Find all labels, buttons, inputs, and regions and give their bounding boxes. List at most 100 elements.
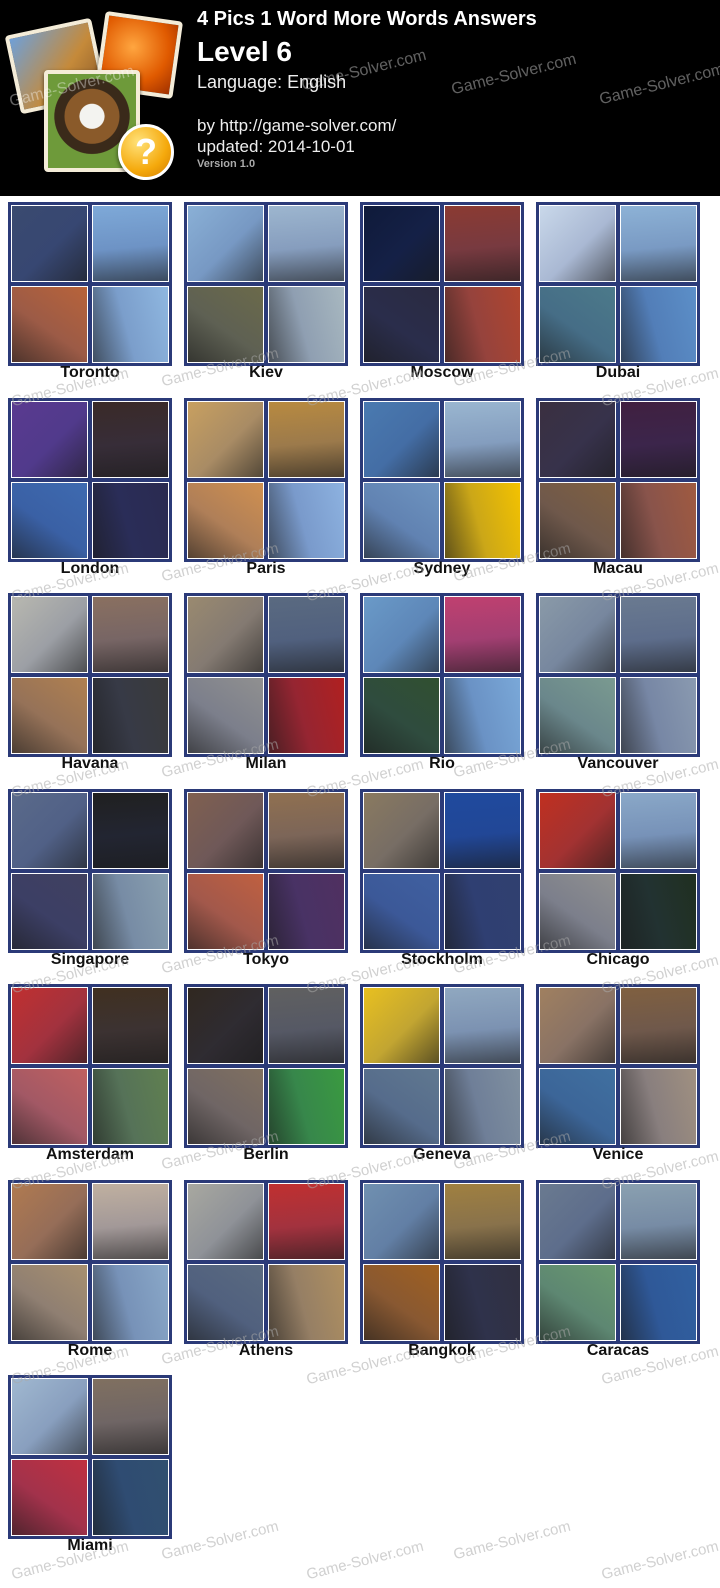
- clue-photo: [187, 872, 264, 950]
- clue-photo: [539, 205, 616, 282]
- answer-word: Dubai: [595, 364, 641, 381]
- clue-photo: [444, 481, 521, 559]
- picture-grid: [8, 1179, 172, 1344]
- answer-card[interactable]: Caracas: [536, 1174, 700, 1364]
- clue-photo: [187, 1068, 264, 1145]
- answer-word: London: [60, 559, 120, 577]
- clue-photo: [187, 286, 264, 363]
- watermark: Game-Solver.com: [304, 1537, 426, 1584]
- clue-photo: [11, 791, 88, 869]
- picture-grid: [184, 397, 348, 562]
- clue-photo: [268, 987, 345, 1064]
- answer-card[interactable]: Rome: [8, 1174, 172, 1364]
- answer-word: Stockholm: [401, 950, 483, 968]
- answer-card[interactable]: Macau: [536, 392, 700, 582]
- clue-photo: [363, 872, 440, 950]
- clue-photo: [268, 1182, 345, 1260]
- clue-photo: [268, 596, 345, 673]
- answer-card[interactable]: Singapore: [8, 783, 172, 973]
- clue-photo: [444, 286, 521, 363]
- answer-card[interactable]: Berlin: [184, 978, 348, 1168]
- answer-word: Athens: [238, 1341, 294, 1359]
- clue-photo: [268, 1068, 345, 1145]
- picture-grid: [8, 984, 172, 1148]
- answer-card[interactable]: Kiev: [184, 196, 348, 386]
- answer-card[interactable]: Rio: [360, 587, 524, 777]
- updated-date: updated: 2014-10-01: [197, 137, 355, 156]
- answer-word: Rio: [429, 755, 455, 772]
- clue-photo: [620, 1182, 697, 1260]
- answer-word: Miami: [67, 1537, 113, 1554]
- clue-photo: [187, 1263, 264, 1341]
- picture-grid: [360, 1179, 524, 1344]
- answer-card[interactable]: Bangkok: [360, 1174, 524, 1364]
- answer-card[interactable]: Geneva: [360, 978, 524, 1168]
- clue-photo: [539, 872, 616, 950]
- answer-card[interactable]: Dubai: [536, 196, 700, 386]
- answer-card[interactable]: Chicago: [536, 783, 700, 973]
- clue-photo: [187, 481, 264, 559]
- picture-grid: [536, 202, 700, 366]
- clue-photo: [11, 872, 88, 950]
- answer-card[interactable]: Miami: [8, 1369, 172, 1559]
- clue-photo: [363, 1182, 440, 1260]
- clue-photo: [187, 1182, 264, 1260]
- answer-card[interactable]: London: [8, 392, 172, 582]
- answer-card[interactable]: Toronto: [8, 196, 172, 386]
- question-mark-icon: ?: [118, 124, 174, 180]
- clue-photo: [92, 1378, 169, 1455]
- clue-photo: [363, 791, 440, 869]
- picture-grid: [360, 984, 524, 1148]
- answer-card[interactable]: Venice: [536, 978, 700, 1168]
- answer-card[interactable]: Havana: [8, 587, 172, 777]
- version-label: Version 1.0: [197, 158, 256, 170]
- clue-photo: [539, 1068, 616, 1145]
- clue-photo: [92, 596, 169, 673]
- answer-card[interactable]: Tokyo: [184, 783, 348, 973]
- clue-photo: [620, 400, 697, 478]
- answer-word: Venice: [592, 1146, 644, 1163]
- answer-word: Chicago: [586, 950, 650, 968]
- clue-photo: [11, 987, 88, 1064]
- watermark: Game-Solver.com: [451, 1517, 573, 1564]
- clue-photo: [620, 987, 697, 1064]
- answers-grid: Toronto Kiev Moscow Dubai London Paris Sydney M…: [0, 196, 720, 1588]
- picture-grid: [360, 202, 524, 366]
- clue-photo: [444, 987, 521, 1064]
- clue-photo: [620, 481, 697, 559]
- clue-photo: [620, 677, 697, 754]
- clue-photo: [11, 1378, 88, 1455]
- clue-photo: [363, 1263, 440, 1341]
- clue-photo: [92, 791, 169, 869]
- answer-card[interactable]: Stockholm: [360, 783, 524, 973]
- answer-word: Geneva: [413, 1146, 471, 1163]
- answer-card[interactable]: Vancouver: [536, 587, 700, 777]
- watermark: Game-Solver.com: [597, 60, 720, 109]
- clue-photo: [620, 1068, 697, 1145]
- answer-card[interactable]: Moscow: [360, 196, 524, 386]
- clue-photo: [92, 677, 169, 754]
- clue-photo: [444, 400, 521, 478]
- answer-word: Singapore: [50, 950, 130, 968]
- picture-grid: [536, 984, 700, 1148]
- picture-grid: [360, 397, 524, 562]
- answer-word: Berlin: [243, 1146, 289, 1163]
- picture-grid: [8, 1375, 172, 1539]
- answer-card[interactable]: Amsterdam: [8, 978, 172, 1168]
- answer-word: Rome: [67, 1341, 113, 1359]
- answer-card[interactable]: Athens: [184, 1174, 348, 1364]
- answer-card[interactable]: Sydney: [360, 392, 524, 582]
- clue-photo: [11, 1068, 88, 1145]
- clue-photo: [539, 987, 616, 1064]
- clue-photo: [187, 596, 264, 673]
- picture-grid: [8, 788, 172, 953]
- answer-card[interactable]: Milan: [184, 587, 348, 777]
- clue-photo: [268, 286, 345, 363]
- source-link[interactable]: by http://game-solver.com/: [197, 116, 396, 136]
- answer-card[interactable]: Paris: [184, 392, 348, 582]
- clue-photo: [539, 596, 616, 673]
- answer-word: Amsterdam: [45, 1146, 135, 1163]
- clue-photo: [620, 1263, 697, 1341]
- clue-photo: [539, 286, 616, 363]
- clue-photo: [11, 481, 88, 559]
